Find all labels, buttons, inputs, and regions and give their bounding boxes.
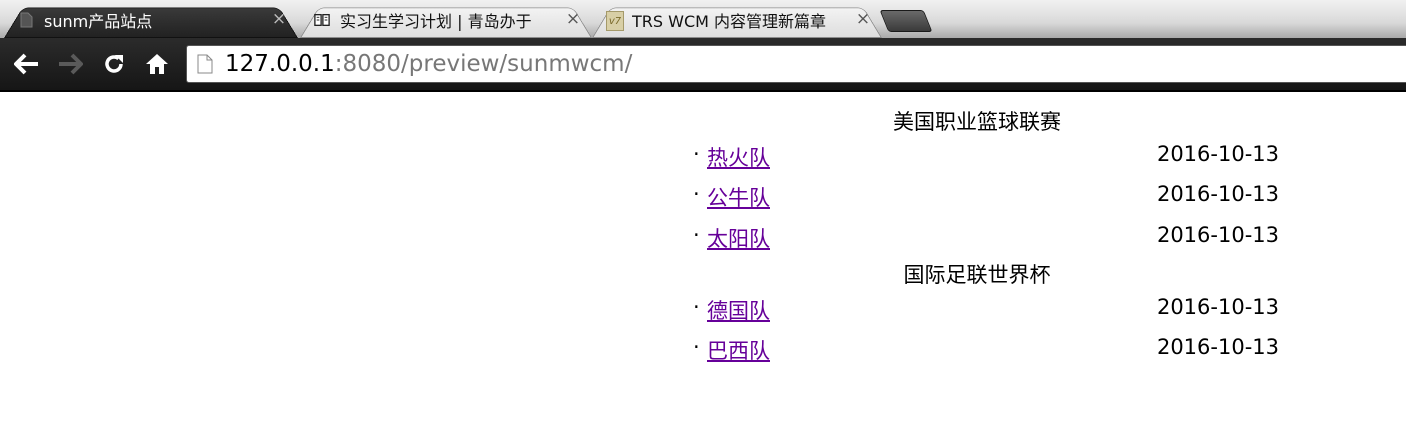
forward-arrow-icon[interactable] — [55, 49, 85, 79]
bullet: · — [693, 295, 700, 319]
link-heat[interactable]: 热火队 — [707, 142, 770, 172]
item-date: 2016-10-13 — [1156, 142, 1279, 166]
reload-icon[interactable] — [99, 49, 129, 79]
tab-intern-plan[interactable]: 实习生学习计划 | 青岛办于 × — [300, 2, 592, 38]
new-tab-button[interactable] — [879, 10, 933, 32]
close-icon[interactable]: × — [270, 10, 288, 28]
list-item: · 德国队 2016-10-13 — [693, 295, 1279, 325]
section-title-nba: 美国职业篮球联赛 — [893, 110, 1061, 134]
item-date: 2016-10-13 — [1156, 182, 1279, 206]
item-date: 2016-10-13 — [1156, 335, 1279, 359]
close-icon[interactable]: × — [564, 10, 582, 28]
item-date: 2016-10-13 — [1156, 223, 1279, 247]
tab-title: TRS WCM 内容管理新篇章 — [632, 12, 827, 31]
bullet: · — [693, 335, 700, 359]
list-item: · 巴西队 2016-10-13 — [693, 335, 1279, 365]
bullet: · — [693, 182, 700, 206]
item-date: 2016-10-13 — [1156, 295, 1279, 319]
tab-strip: sunm产品站点 × 实习生学习计划 | 青岛办于 × v7 TRS WCM 内… — [0, 0, 1406, 38]
url-host: 127.0.0.1 — [225, 51, 335, 77]
tab-title: 实习生学习计划 | 青岛办于 — [340, 12, 532, 31]
link-suns[interactable]: 太阳队 — [707, 223, 770, 253]
link-brazil[interactable]: 巴西队 — [707, 335, 770, 365]
list-item: · 热火队 2016-10-13 — [693, 142, 1279, 172]
tab-sunm-site[interactable]: sunm产品站点 × — [4, 2, 298, 38]
close-icon[interactable]: × — [854, 10, 872, 28]
link-bulls[interactable]: 公牛队 — [707, 182, 770, 212]
list-item: · 公牛队 2016-10-13 — [693, 182, 1279, 212]
book-icon — [314, 11, 330, 29]
list-item: · 太阳队 2016-10-13 — [693, 223, 1279, 253]
page-icon — [197, 54, 213, 74]
trs-logo-icon: v7 — [606, 11, 624, 31]
browser-toolbar: 127.0.0.1:8080/preview/sunmwcm/ — [0, 38, 1406, 92]
bullet: · — [693, 223, 700, 247]
bullet: · — [693, 142, 700, 166]
tab-title: sunm产品站点 — [44, 12, 153, 31]
url-path: :8080/preview/sunmwcm/ — [334, 51, 633, 77]
tab-trs-wcm[interactable]: v7 TRS WCM 内容管理新篇章 × — [592, 2, 882, 38]
home-icon[interactable] — [142, 49, 172, 79]
section-title-fifa: 国际足联世界杯 — [903, 263, 1051, 287]
address-bar[interactable]: 127.0.0.1:8080/preview/sunmwcm/ — [186, 45, 1406, 83]
page-icon — [18, 11, 34, 29]
link-germany[interactable]: 德国队 — [707, 295, 770, 325]
url-text: 127.0.0.1:8080/preview/sunmwcm/ — [225, 45, 632, 83]
back-arrow-icon[interactable] — [12, 49, 42, 79]
